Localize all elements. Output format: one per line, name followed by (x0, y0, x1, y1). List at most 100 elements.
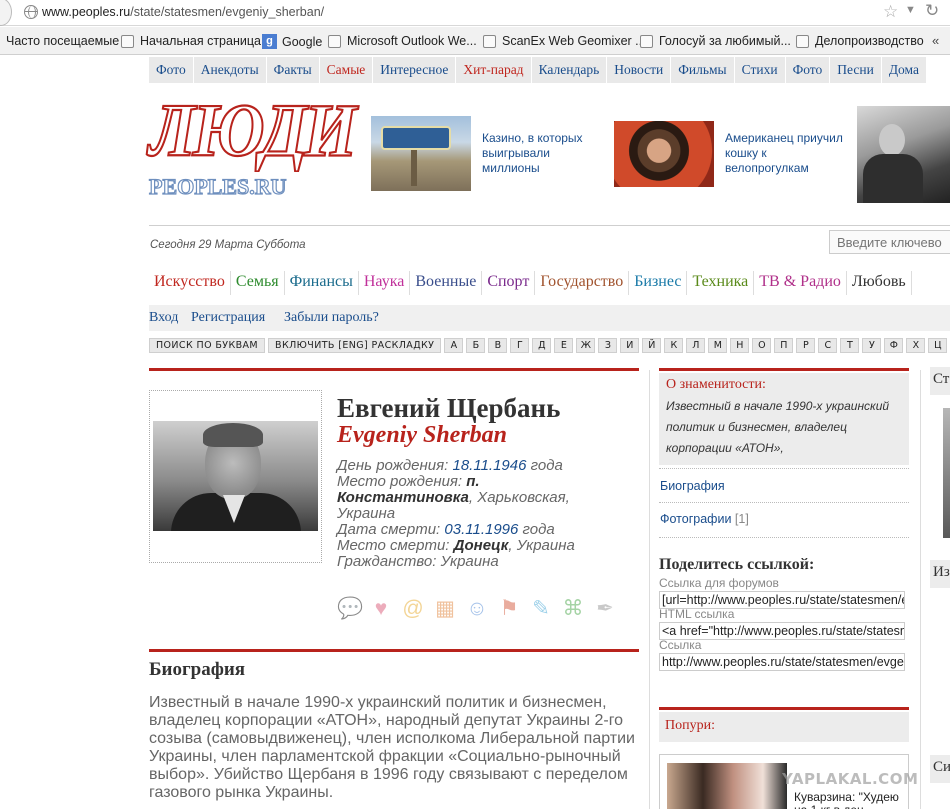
site-logo[interactable]: ЛЮДИ PEOPLES.RU (148, 87, 358, 200)
nav-songs[interactable]: Песни (830, 57, 882, 83)
nav-photo[interactable]: Фото (149, 57, 194, 83)
flag-icon[interactable]: ⚑ (497, 597, 521, 621)
category-science[interactable]: Наука (359, 271, 411, 295)
birth-date-link[interactable]: 18.11.1946 (452, 457, 526, 474)
nav-hit-parade[interactable]: Хит-парад (456, 57, 532, 83)
comment-icon[interactable]: 💬 (337, 597, 363, 621)
bookmark-records[interactable]: Делопроизводство (796, 34, 924, 48)
letter-button[interactable]: Т (840, 338, 860, 353)
url-dropdown-icon[interactable]: ▼ (905, 4, 916, 16)
bookmark-star-icon[interactable]: ☆ (883, 2, 898, 22)
nav-top[interactable]: Самые (320, 57, 374, 83)
letter-button[interactable]: Л (686, 338, 706, 353)
email-icon[interactable]: @ (401, 597, 425, 621)
popuri-image[interactable] (667, 763, 787, 809)
column-divider (649, 370, 650, 809)
letter-button[interactable]: Р (796, 338, 816, 353)
address-bar[interactable]: www.peoples.ru/state/statesmen/evgeniy_s… (0, 0, 950, 26)
bookmark-vote[interactable]: Голосуй за любимый... (640, 34, 791, 48)
letter-button[interactable]: Д (532, 338, 552, 353)
letter-button[interactable]: О (752, 338, 772, 353)
letter-button[interactable]: Й (642, 338, 662, 353)
category-business[interactable]: Бизнес (629, 271, 688, 295)
bookmark-outlook[interactable]: Microsoft Outlook We... (328, 34, 477, 48)
register-link[interactable]: Регистрация (191, 310, 265, 326)
plain-link-field[interactable]: http://www.peoples.ru/state/statesmen/ev… (659, 653, 905, 671)
back-button[interactable] (0, 0, 12, 26)
nav-films[interactable]: Фильмы (671, 57, 735, 83)
letter-button[interactable]: З (598, 338, 618, 353)
letter-button[interactable]: С (818, 338, 838, 353)
teaser-photo-image[interactable] (857, 106, 950, 203)
sidebar-biography-link[interactable]: Биография (660, 479, 725, 493)
camera-icon[interactable]: ⌘ (561, 597, 585, 621)
category-love[interactable]: Любовь (847, 271, 912, 295)
social-buttons: 💬 ♥ @ ▦ ☺ ⚑ ✎ ⌘ ✒ (337, 597, 617, 621)
category-military[interactable]: Военные (410, 271, 483, 295)
category-family[interactable]: Семья (231, 271, 285, 295)
letter-button[interactable]: М (708, 338, 728, 353)
nav-facts[interactable]: Факты (267, 57, 320, 83)
letter-button[interactable]: Ж (576, 338, 596, 353)
letter-button[interactable]: А (444, 338, 464, 353)
bookmarks-toolbar: Часто посещаемые Начальная страница g Goo… (0, 27, 950, 55)
site-identity-icon[interactable] (24, 5, 38, 19)
refresh-icon[interactable]: ↻ (925, 1, 939, 21)
login-link[interactable]: Вход (149, 310, 178, 326)
teaser-casino-image[interactable] (371, 116, 471, 191)
bookmark-most-visited[interactable]: Часто посещаемые (6, 34, 119, 48)
search-by-letter-label: ПОИСК ПО БУКВАМ (149, 338, 266, 353)
category-sport[interactable]: Спорт (482, 271, 536, 295)
html-link-label: HTML ссылка (659, 607, 735, 621)
letter-button[interactable]: Х (906, 338, 926, 353)
letter-button[interactable]: Е (554, 338, 574, 353)
teaser-cat-link[interactable]: Американец приучил кошку к велопрогулкам (725, 131, 847, 176)
search-input[interactable] (829, 230, 950, 254)
category-state[interactable]: Государство (535, 271, 630, 295)
eng-layout-toggle[interactable]: ВКЛЮЧИТЬ [ENG] РАСКЛАДКУ (268, 338, 442, 353)
death-date-link[interactable]: 03.11.1996 (444, 521, 518, 538)
pen-icon[interactable]: ✒ (593, 597, 617, 621)
category-tv-radio[interactable]: ТВ & Радио (754, 271, 847, 295)
nav-houses[interactable]: Дома (882, 57, 927, 83)
letter-button[interactable]: У (862, 338, 882, 353)
category-art[interactable]: Искусство (149, 271, 231, 295)
bookmark-scanex[interactable]: ScanEx Web Geomixer ... (483, 34, 646, 48)
letter-button[interactable]: К (664, 338, 684, 353)
heart-icon[interactable]: ♥ (369, 597, 393, 621)
letter-button[interactable]: Ц (928, 338, 948, 353)
far-right-image[interactable] (943, 408, 950, 538)
nav-interesting[interactable]: Интересное (373, 57, 457, 83)
letter-button[interactable]: Ф (884, 338, 904, 353)
letter-button[interactable]: И (620, 338, 640, 353)
nav-poems[interactable]: Стихи (735, 57, 786, 83)
nav-calendar[interactable]: Календарь (532, 57, 608, 83)
letter-button[interactable]: В (488, 338, 508, 353)
letter-button[interactable]: Г (510, 338, 530, 353)
nav-news[interactable]: Новости (607, 57, 672, 83)
letter-button[interactable]: П (774, 338, 794, 353)
sidebar-photos-link[interactable]: Фотографии [1] (660, 512, 749, 526)
teaser-casino-link[interactable]: Казино, в которых выигрывали миллионы (482, 131, 592, 176)
bookmarks-overflow-icon[interactable]: « (932, 33, 939, 48)
letter-button[interactable]: Н (730, 338, 750, 353)
nav-photo-2[interactable]: Фото (786, 57, 831, 83)
letter-button[interactable]: Б (466, 338, 486, 353)
category-finance[interactable]: Финансы (285, 271, 359, 295)
feather-icon[interactable]: ✎ (529, 597, 553, 621)
bookmark-start-page[interactable]: Начальная страница (121, 34, 261, 48)
popuri-link[interactable]: Куварзина: "Худею на 1 кг в ден (794, 791, 906, 809)
nav-jokes[interactable]: Анекдоты (194, 57, 267, 83)
bookmark-google[interactable]: g Google (262, 34, 322, 49)
users-icon[interactable]: ☺ (465, 597, 489, 621)
forgot-password-link[interactable]: Забыли пароль? (284, 310, 379, 326)
teaser-cat-image[interactable] (614, 121, 714, 187)
portrait-photo[interactable] (153, 421, 318, 531)
category-nav: Искусство Семья Финансы Наука Военные Сп… (149, 271, 912, 295)
url-text[interactable]: www.peoples.ru/state/statesmen/evgeniy_s… (42, 5, 324, 19)
category-tech[interactable]: Техника (687, 271, 755, 295)
rss-icon[interactable]: ▦ (433, 597, 457, 621)
person-facts: День рождения: 18.11.1946 года Место рож… (337, 458, 602, 570)
page-icon (328, 34, 341, 48)
deathplace-row: Место смерти: Донецк, Украина (337, 537, 575, 554)
